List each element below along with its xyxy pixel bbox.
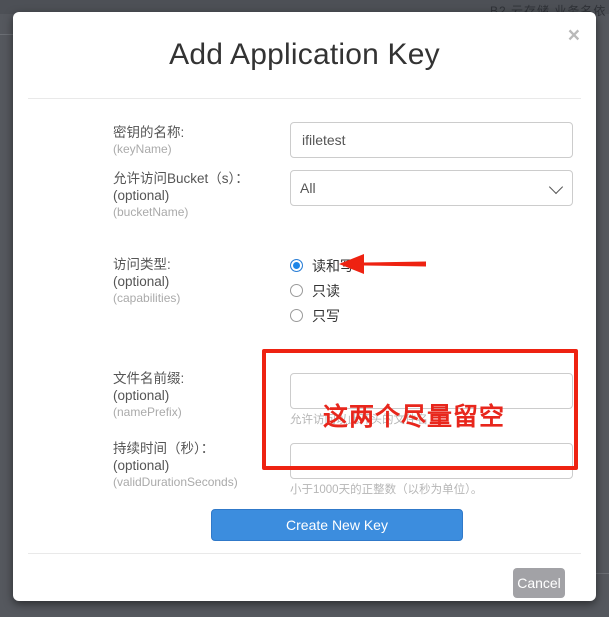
label-bucket-name-code: (bucketName)	[113, 204, 273, 220]
label-name-prefix-main: 文件名前缀:	[113, 370, 273, 387]
radio-icon-write-only[interactable]	[290, 309, 303, 322]
header-divider	[28, 98, 581, 99]
radio-icon-read-only[interactable]	[290, 284, 303, 297]
close-icon[interactable]: ×	[568, 25, 580, 46]
label-key-name: 密钥的名称: (keyName)	[113, 124, 273, 157]
field-capabilities: 读和写 只读 只写	[290, 253, 573, 328]
label-capabilities-main: 访问类型:	[113, 256, 273, 273]
cancel-button[interactable]: Cancel	[513, 568, 565, 598]
label-valid-duration-optional: (optional)	[113, 457, 273, 474]
valid-duration-input[interactable]	[290, 443, 573, 479]
radio-label-read-write: 读和写	[312, 256, 354, 276]
radio-option-write-only[interactable]: 只写	[290, 303, 573, 328]
create-new-key-button[interactable]: Create New Key	[211, 509, 463, 541]
radio-option-read-only[interactable]: 只读	[290, 278, 573, 303]
bucket-name-select[interactable]: All	[290, 170, 573, 206]
radio-label-write-only: 只写	[312, 306, 340, 326]
field-bucket-name: All	[290, 170, 573, 206]
label-bucket-name-main: 允许访问Bucket（s）：	[113, 170, 273, 187]
label-bucket-name: 允许访问Bucket（s）： (optional) (bucketName)	[113, 170, 273, 220]
key-name-input[interactable]	[290, 122, 573, 158]
label-key-name-main: 密钥的名称:	[113, 124, 273, 141]
background-divider-left	[0, 34, 13, 35]
label-capabilities-code: (capabilities)	[113, 290, 273, 306]
label-key-name-code: (keyName)	[113, 141, 273, 157]
help-text-name-prefix: 允许访问以此开头的文件名	[290, 413, 573, 428]
label-capabilities: 访问类型: (optional) (capabilities)	[113, 256, 273, 306]
page-title: Add Application Key	[13, 12, 596, 72]
field-key-name	[290, 122, 573, 158]
field-valid-duration: 小于1000天的正整数（以秒为单位）。	[290, 443, 573, 498]
label-valid-duration: 持续时间（秒）： (optional) (validDurationSecond…	[113, 440, 273, 490]
label-capabilities-optional: (optional)	[113, 273, 273, 290]
add-application-key-dialog: × Add Application Key 密钥的名称: (keyName) 允…	[13, 12, 596, 601]
label-valid-duration-code: (validDurationSeconds)	[113, 474, 273, 490]
radio-label-read-only: 只读	[312, 281, 340, 301]
label-bucket-name-optional: (optional)	[113, 187, 273, 204]
field-name-prefix: 允许访问以此开头的文件名	[290, 373, 573, 428]
name-prefix-input[interactable]	[290, 373, 573, 409]
label-name-prefix-optional: (optional)	[113, 387, 273, 404]
radio-icon-read-write[interactable]	[290, 259, 303, 272]
label-name-prefix-code: (namePrefix)	[113, 404, 273, 420]
label-valid-duration-main: 持续时间（秒）：	[113, 440, 273, 457]
footer-divider	[28, 553, 581, 554]
help-text-valid-duration: 小于1000天的正整数（以秒为单位）。	[290, 483, 573, 498]
background-divider-right	[595, 573, 609, 574]
label-name-prefix: 文件名前缀: (optional) (namePrefix)	[113, 370, 273, 420]
radio-option-read-write[interactable]: 读和写	[290, 253, 573, 278]
